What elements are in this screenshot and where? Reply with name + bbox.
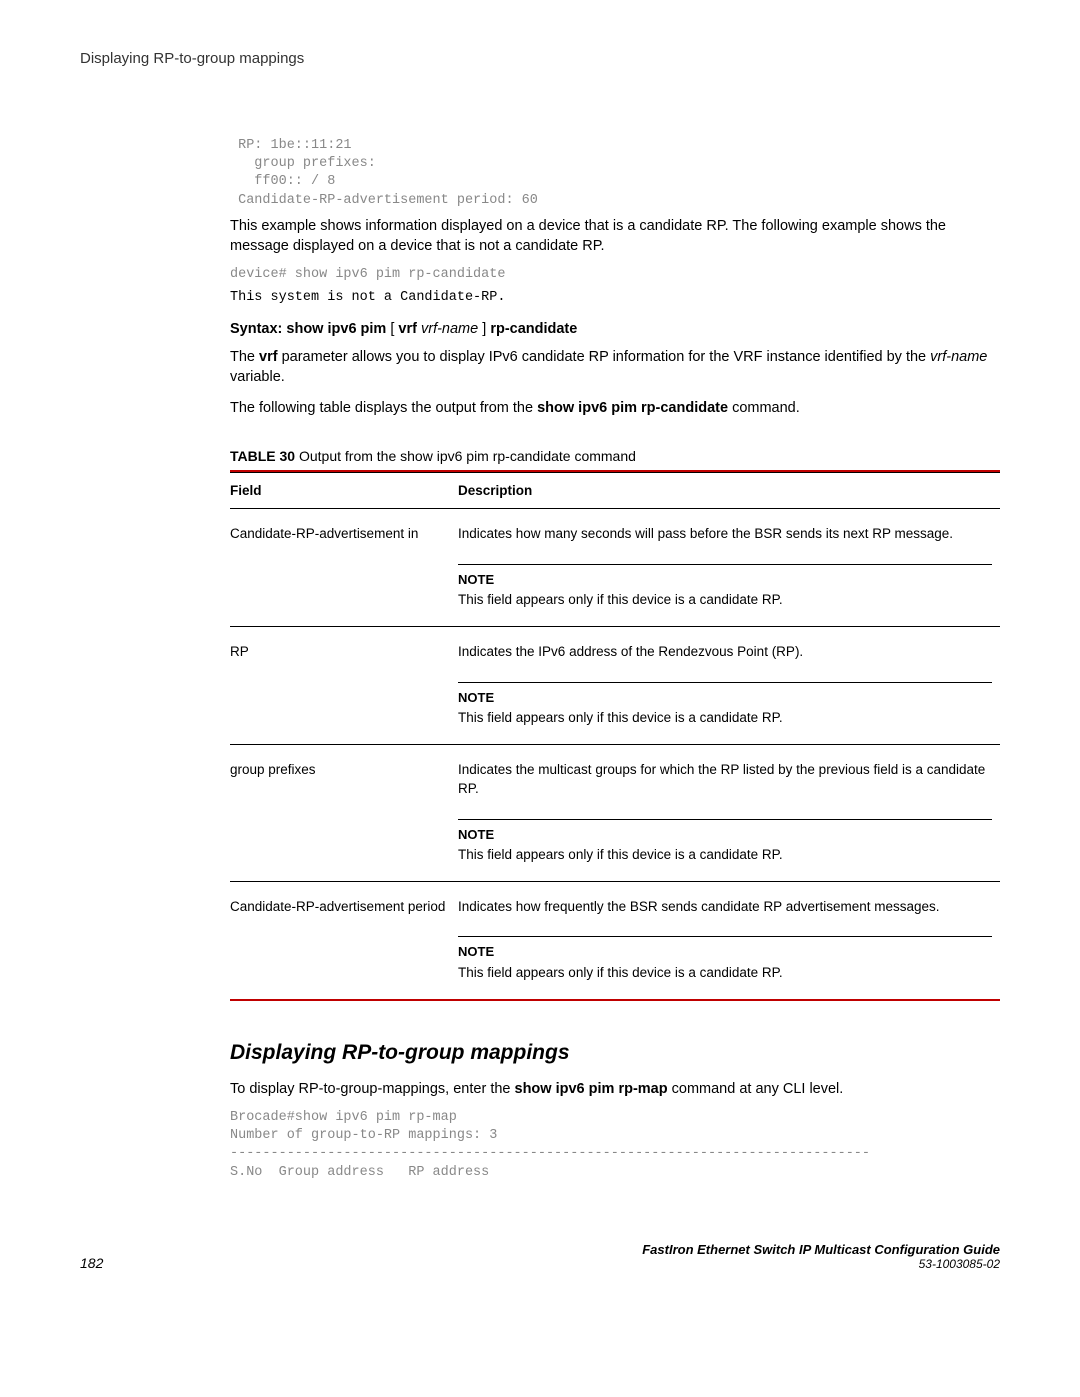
desc-text: Indicates how frequently the BSR sends c… <box>458 899 940 914</box>
table-row: group prefixes Indicates the multicast g… <box>230 744 1000 881</box>
table-row: Candidate-RP-advertisement in Indicates … <box>230 508 1000 626</box>
text-bold: show ipv6 pim rp-map <box>515 1081 668 1097</box>
note-block: NOTE This field appears only if this dev… <box>458 819 992 865</box>
intro-paragraph: This example shows information displayed… <box>230 216 1000 257</box>
td-field: RP <box>230 626 458 744</box>
table-caption: TABLE 30 Output from the show ipv6 pim r… <box>230 448 1000 464</box>
code-output-3: Brocade#show ipv6 pim rp-map Number of g… <box>230 1109 1000 1182</box>
text: command. <box>728 400 800 416</box>
code-output-2: This system is not a Candidate-RP. <box>230 289 1000 307</box>
syntax-vrf: vrf <box>398 321 417 337</box>
page-footer: 182 FastIron Ethernet Switch IP Multicas… <box>80 1242 1000 1271</box>
note-text: This field appears only if this device i… <box>458 709 992 728</box>
page-number: 182 <box>80 1255 103 1271</box>
following-paragraph: The following table displays the output … <box>230 398 1000 418</box>
note-rule <box>458 819 992 820</box>
td-desc: Indicates how frequently the BSR sends c… <box>458 881 1000 998</box>
text-bold: vrf <box>259 349 278 365</box>
table-title: Output from the show ipv6 pim rp-candida… <box>295 448 636 464</box>
vrf-paragraph: The vrf parameter allows you to display … <box>230 347 1000 388</box>
syntax-vrfname: vrf-name <box>417 321 478 337</box>
note-label: NOTE <box>458 571 992 589</box>
text: parameter allows you to display IPv6 can… <box>278 349 931 365</box>
footer-title: FastIron Ethernet Switch IP Multicast Co… <box>642 1242 1000 1257</box>
note-label: NOTE <box>458 943 992 961</box>
main-content: RP: 1be::11:21 group prefixes: ff00:: / … <box>230 137 1000 1182</box>
table-number: TABLE 30 <box>230 448 295 464</box>
syntax-tail: rp-candidate <box>490 321 577 337</box>
footer-right: FastIron Ethernet Switch IP Multicast Co… <box>642 1242 1000 1271</box>
code-output-1: RP: 1be::11:21 group prefixes: ff00:: / … <box>230 137 1000 210</box>
text-bold: show ipv6 pim rp-candidate <box>537 400 728 416</box>
text: The <box>230 349 259 365</box>
section-heading: Displaying RP-to-group mappings <box>230 1041 1000 1065</box>
table-row: Candidate-RP-advertisement period Indica… <box>230 881 1000 998</box>
td-desc: Indicates how many seconds will pass bef… <box>458 508 1000 626</box>
td-field: group prefixes <box>230 744 458 881</box>
page-container: Displaying RP-to-group mappings RP: 1be:… <box>0 0 1080 1311</box>
td-field: Candidate-RP-advertisement in <box>230 508 458 626</box>
text: variable. <box>230 369 285 385</box>
desc-text: Indicates the IPv6 address of the Rendez… <box>458 644 803 659</box>
note-text: This field appears only if this device i… <box>458 591 992 610</box>
note-rule <box>458 936 992 937</box>
td-desc: Indicates the multicast groups for which… <box>458 744 1000 881</box>
note-label: NOTE <box>458 826 992 844</box>
table-bottom-rule <box>230 999 1000 1001</box>
note-block: NOTE This field appears only if this dev… <box>458 682 992 728</box>
td-desc: Indicates the IPv6 address of the Rendez… <box>458 626 1000 744</box>
output-table: Field Description Candidate-RP-advertise… <box>230 472 1000 999</box>
note-label: NOTE <box>458 689 992 707</box>
desc-text: Indicates how many seconds will pass bef… <box>458 526 953 541</box>
footer-docnum: 53-1003085-02 <box>642 1257 1000 1271</box>
table-row: RP Indicates the IPv6 address of the Ren… <box>230 626 1000 744</box>
text: The following table displays the output … <box>230 400 537 416</box>
text-italic: vrf-name <box>930 349 987 365</box>
table-header-row: Field Description <box>230 472 1000 508</box>
syntax-label: Syntax: show ipv6 pim <box>230 321 386 337</box>
desc-text: Indicates the multicast groups for which… <box>458 762 985 796</box>
note-text: This field appears only if this device i… <box>458 846 992 865</box>
text: command at any CLI level. <box>668 1081 844 1097</box>
syntax-line: Syntax: show ipv6 pim [ vrf vrf-name ] r… <box>230 321 1000 337</box>
th-description: Description <box>458 472 1000 508</box>
code-command-1: device# show ipv6 pim rp-candidate <box>230 266 1000 284</box>
syntax-bracket-close: ] <box>478 321 490 337</box>
text: To display RP-to-group-mappings, enter t… <box>230 1081 515 1097</box>
section2-paragraph: To display RP-to-group-mappings, enter t… <box>230 1079 1000 1099</box>
note-block: NOTE This field appears only if this dev… <box>458 564 992 610</box>
th-field: Field <box>230 472 458 508</box>
note-block: NOTE This field appears only if this dev… <box>458 936 992 982</box>
note-text: This field appears only if this device i… <box>458 964 992 983</box>
note-rule <box>458 564 992 565</box>
td-field: Candidate-RP-advertisement period <box>230 881 458 998</box>
syntax-bracket-open: [ <box>386 321 398 337</box>
note-rule <box>458 682 992 683</box>
page-header: Displaying RP-to-group mappings <box>80 50 1000 67</box>
